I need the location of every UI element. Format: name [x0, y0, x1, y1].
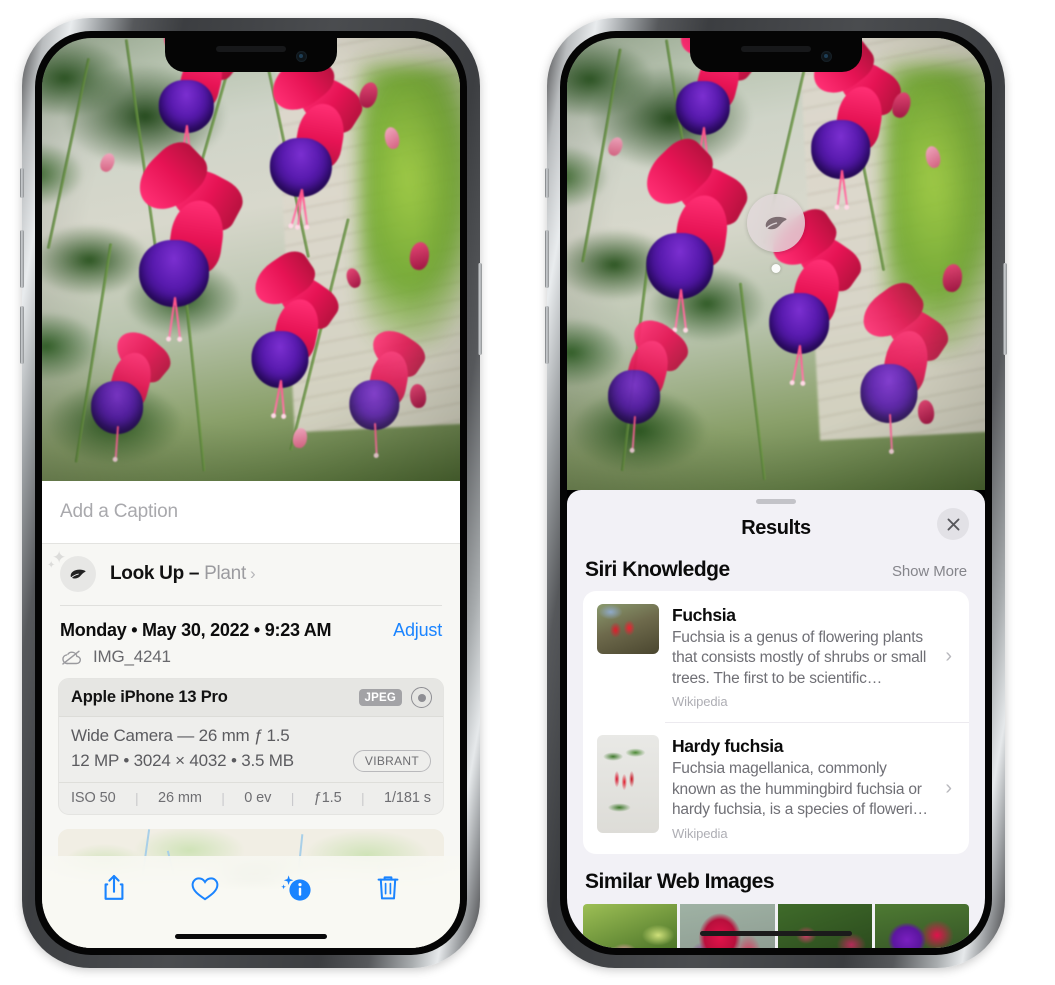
stat-ev: 0 ev	[244, 790, 272, 806]
stat-shutter: 1/181 s	[384, 790, 431, 806]
stat-iso: ISO 50	[71, 790, 116, 806]
iphone-right: Results Siri Knowledge Show More Fuchsia…	[545, 18, 1007, 968]
volume-up-button[interactable]	[545, 230, 549, 288]
notch-left	[165, 38, 337, 72]
power-button[interactable]	[478, 263, 482, 355]
chevron-right-icon: ›	[249, 564, 256, 583]
screen-right: Results Siri Knowledge Show More Fuchsia…	[567, 38, 985, 948]
siri-knowledge-header: Siri Knowledge Show More	[567, 552, 985, 591]
similar-web-images-title: Similar Web Images	[585, 869, 775, 893]
screen-left: Add a Caption ✦ ✦ Look Up – Plant › Mond…	[42, 38, 460, 948]
caption-input[interactable]: Add a Caption	[60, 501, 442, 523]
earpiece-speaker	[216, 46, 286, 52]
look-up-row[interactable]: ✦ ✦ Look Up – Plant ›	[42, 544, 460, 606]
results-sheet: Results Siri Knowledge Show More Fuchsia…	[567, 490, 985, 948]
close-button[interactable]	[937, 508, 969, 540]
visual-lookup-leaf-badge[interactable]	[747, 194, 805, 252]
front-camera	[821, 51, 832, 62]
home-indicator[interactable]	[700, 931, 852, 936]
raw-target-icon[interactable]	[411, 687, 432, 708]
caption-field-row[interactable]: Add a Caption	[42, 481, 460, 544]
silent-switch[interactable]	[545, 168, 549, 198]
stat-divider: |	[361, 790, 365, 806]
results-header: Results	[567, 504, 985, 552]
photo-fuchsia-left[interactable]	[42, 38, 460, 481]
look-up-title: Look Up –	[110, 563, 205, 584]
cloud-slash-icon	[62, 650, 82, 665]
image-size-info: 12 MP • 3024 × 4032 • 3.5 MB	[71, 751, 294, 770]
exif-stats-row: ISO 50 | 26 mm | 0 ev | ƒ1.5 | 1/181 s	[59, 782, 443, 814]
web-image-1[interactable]	[583, 903, 678, 948]
photo-toolbar	[42, 856, 460, 948]
stat-aperture: ƒ1.5	[313, 790, 342, 806]
knowledge-thumbnail	[597, 604, 659, 654]
chevron-right-icon: ›	[945, 776, 952, 799]
sparkle-small-icon: ✦	[47, 560, 56, 571]
photo-filename: IMG_4241	[93, 647, 171, 666]
stat-focal: 26 mm	[158, 790, 202, 806]
photo-date: Monday • May 30, 2022 • 9:23 AM	[60, 620, 332, 640]
silent-switch[interactable]	[20, 168, 24, 198]
exif-card: Apple iPhone 13 Pro JPEG Wide Camera — 2…	[58, 678, 444, 815]
home-indicator[interactable]	[175, 934, 327, 939]
adjust-button[interactable]: Adjust	[393, 620, 442, 641]
leaf-icon: ✦ ✦	[47, 549, 96, 592]
web-image-4[interactable]	[874, 903, 969, 948]
stat-divider: |	[290, 790, 295, 806]
volume-up-button[interactable]	[20, 230, 24, 288]
screenshot-stage: Add a Caption ✦ ✦ Look Up – Plant › Mond…	[0, 0, 1055, 985]
show-more-button[interactable]: Show More	[892, 563, 967, 580]
stat-divider: |	[221, 790, 225, 806]
favorite-button[interactable]	[182, 868, 228, 908]
iphone-left: Add a Caption ✦ ✦ Look Up – Plant › Mond…	[20, 18, 482, 968]
knowledge-title: Hardy fuchsia	[672, 736, 784, 757]
front-camera	[296, 51, 307, 62]
look-up-label: Look Up – Plant ›	[110, 563, 256, 585]
knowledge-source: Wikipedia	[672, 825, 728, 841]
knowledge-thumbnail	[597, 735, 659, 834]
visual-lookup-anchor-dot	[771, 264, 781, 273]
earpiece-speaker	[741, 46, 811, 52]
photo-info-sheet: Add a Caption ✦ ✦ Look Up – Plant › Mond…	[42, 481, 460, 948]
web-image-2[interactable]	[680, 903, 775, 948]
knowledge-source: Wikipedia	[672, 694, 728, 710]
web-image-3[interactable]	[777, 903, 872, 948]
phone-bezel-right: Results Siri Knowledge Show More Fuchsia…	[560, 31, 992, 955]
knowledge-title: Fuchsia	[672, 605, 736, 625]
look-up-subject: Plant	[204, 563, 246, 584]
photographic-style-badge: VIBRANT	[352, 750, 431, 772]
close-icon	[947, 518, 959, 530]
info-button[interactable]	[274, 868, 320, 908]
results-title: Results	[741, 516, 811, 539]
photo-fuchsia-right[interactable]	[567, 38, 985, 490]
format-badge: JPEG	[358, 689, 402, 706]
similar-web-images-header: Similar Web Images	[567, 854, 985, 904]
notch-right	[690, 38, 862, 72]
share-button[interactable]	[91, 868, 137, 908]
date-row: Monday • May 30, 2022 • 9:23 AM Adjust	[42, 606, 460, 643]
exif-header: Apple iPhone 13 Pro JPEG	[59, 679, 443, 717]
power-button[interactable]	[1003, 263, 1007, 355]
exif-body: Wide Camera — 26 mm ƒ 1.5 12 MP • 3024 ×…	[59, 717, 443, 782]
siri-knowledge-card: Fuchsia Fuchsia is a genus of flowering …	[583, 591, 969, 854]
knowledge-description: Fuchsia is a genus of flowering plants t…	[672, 629, 927, 687]
volume-down-button[interactable]	[20, 306, 24, 364]
delete-button[interactable]	[365, 868, 411, 908]
stat-divider: |	[135, 790, 139, 806]
chevron-right-icon: ›	[945, 645, 952, 668]
camera-device-name: Apple iPhone 13 Pro	[71, 688, 228, 706]
knowledge-item[interactable]: Fuchsia Fuchsia is a genus of flowering …	[583, 591, 969, 722]
filename-row: IMG_4241	[42, 643, 460, 678]
lens-info: Wide Camera — 26 mm ƒ 1.5	[71, 726, 290, 745]
knowledge-item[interactable]: Hardy fuchsia Fuchsia magellanica, commo…	[583, 722, 969, 853]
siri-knowledge-title: Siri Knowledge	[585, 558, 730, 581]
similar-web-images-strip	[583, 903, 969, 948]
volume-down-button[interactable]	[545, 306, 549, 364]
knowledge-description: Fuchsia magellanica, commonly known as t…	[672, 760, 928, 819]
phone-bezel-left: Add a Caption ✦ ✦ Look Up – Plant › Mond…	[35, 31, 467, 955]
